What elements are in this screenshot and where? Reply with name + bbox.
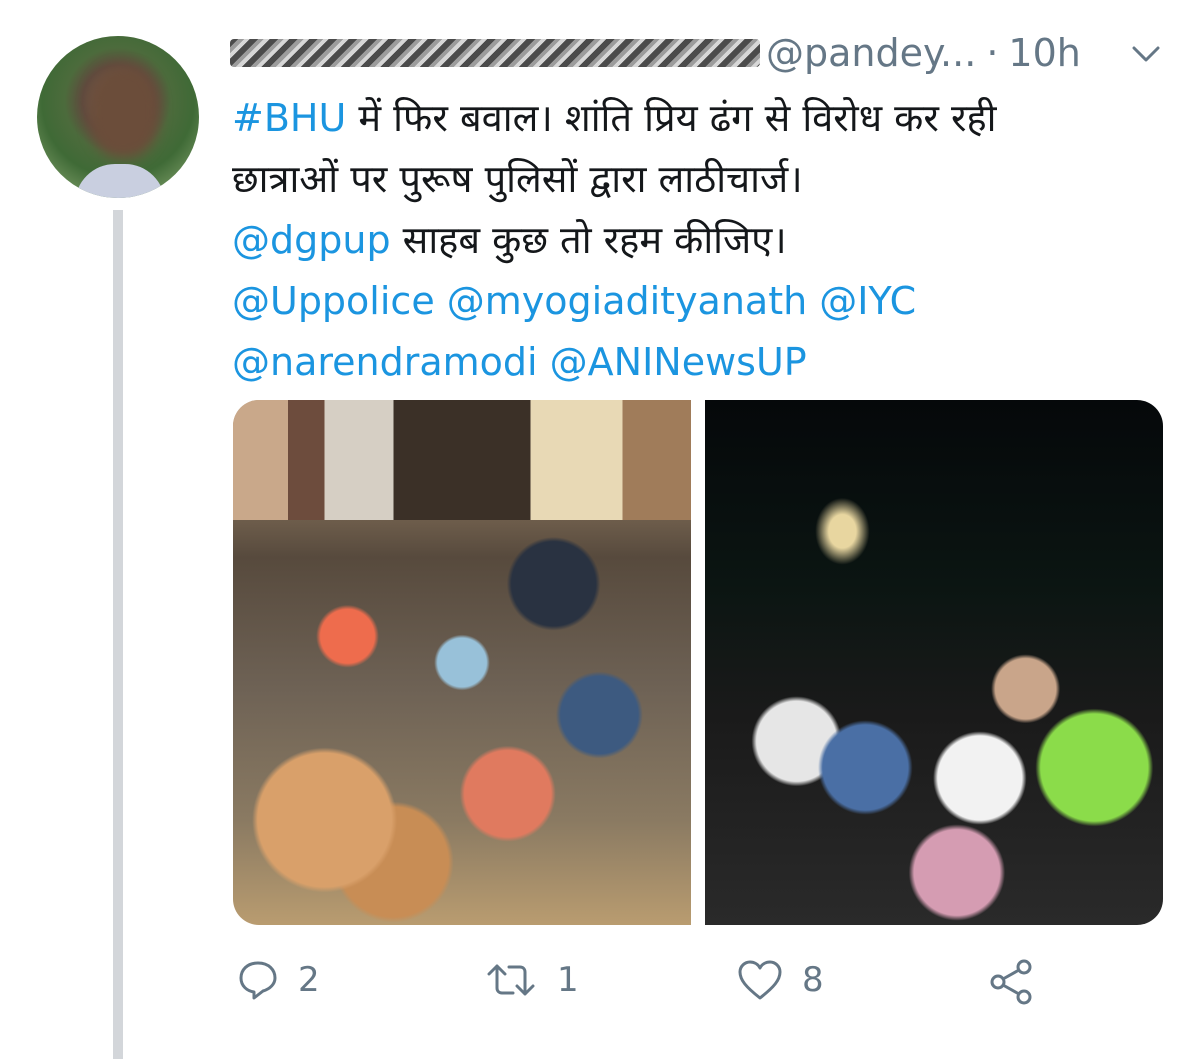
author-handle[interactable]: @pandey... [766, 31, 976, 75]
retweet-button[interactable]: 1 [483, 958, 579, 1002]
tweet-text-segment: छात्राओं पर पुरूष पुलिसों द्वारा लाठीचार… [232, 157, 803, 201]
media-photo-students[interactable] [705, 400, 1163, 925]
separator-dot: · [986, 31, 999, 75]
tweet-link[interactable]: #BHU [232, 96, 346, 140]
photo-building [233, 400, 691, 520]
tweet-link[interactable]: @narendramodi @ANINewsUP [232, 340, 807, 384]
tweet-header: @pandey... · 10h [230, 28, 1081, 78]
tweet-text: #BHU में फिर बवाल। शांति प्रिय ढंग से वि… [232, 88, 1162, 393]
chevron-down-icon[interactable] [1130, 42, 1162, 66]
retweet-icon [487, 964, 535, 996]
tweet-link[interactable]: @Uppolice @myogiadityanath @IYC [232, 279, 916, 323]
like-icon [738, 960, 782, 1000]
avatar-face-blurred [89, 66, 159, 158]
like-count: 8 [802, 960, 824, 1000]
avatar-shirt [75, 164, 165, 198]
tweet-text-line: @Uppolice @myogiadityanath @IYC [232, 271, 1162, 332]
tweet-actions: 2 1 8 [236, 958, 1056, 1018]
tweet-text-segment: साहब कुछ तो रहम कीजिए। [390, 218, 787, 262]
tweet-link[interactable]: @dgpup [232, 218, 391, 262]
author-avatar[interactable] [37, 36, 199, 198]
reply-count: 2 [298, 960, 320, 1000]
like-button[interactable]: 8 [736, 958, 824, 1002]
reply-button[interactable]: 2 [236, 958, 320, 1002]
retweet-count: 1 [557, 960, 579, 1000]
thread-line [113, 210, 123, 1059]
tweet-time[interactable]: 10h [1008, 31, 1080, 75]
tweet-text-segment: में फिर बवाल। शांति प्रिय ढंग से विरोध क… [346, 96, 997, 140]
tweet-text-line: @dgpup साहब कुछ तो रहम कीजिए। [232, 210, 1162, 271]
media-photo-crowd[interactable] [233, 400, 691, 925]
share-icon [990, 959, 1032, 1005]
reply-icon [239, 961, 277, 1000]
tweet-media[interactable] [233, 400, 1163, 925]
share-button[interactable] [988, 958, 1054, 1006]
tweet-text-line: @narendramodi @ANINewsUP [232, 332, 1162, 393]
tweet-text-line: छात्राओं पर पुरूष पुलिसों द्वारा लाठीचार… [232, 149, 1162, 210]
tweet-text-line: #BHU में फिर बवाल। शांति प्रिय ढंग से वि… [232, 88, 1162, 149]
redacted-author-name[interactable] [230, 39, 760, 67]
